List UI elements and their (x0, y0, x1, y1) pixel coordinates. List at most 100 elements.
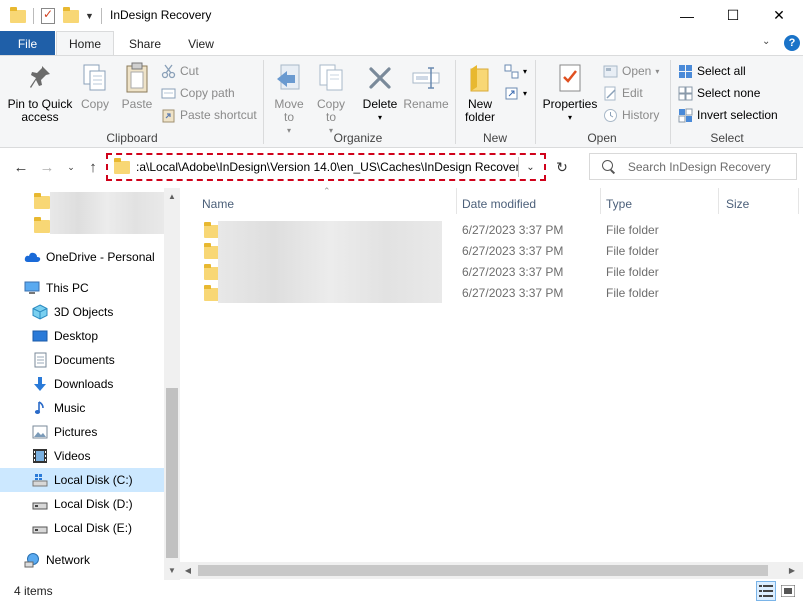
search-input[interactable] (627, 159, 796, 174)
qat-separator (100, 8, 102, 24)
close-button[interactable]: ✕ (756, 0, 802, 31)
sidebar-item-onedrive[interactable]: OneDrive - Personal (0, 245, 164, 269)
sort-ascending-icon: ⌃ (323, 186, 331, 196)
sidebar-item-local-disk-d[interactable]: Local Disk (D:) (0, 492, 164, 516)
column-header-type[interactable]: Type (606, 193, 632, 215)
folder-icon (34, 216, 50, 233)
column-separator[interactable] (456, 188, 457, 214)
copy-path-button[interactable]: Copy path (161, 83, 235, 103)
navigation-scrollbar[interactable]: ▲ ▼ (164, 188, 180, 580)
horizontal-scrollbar[interactable]: ◀ ▶ (180, 562, 803, 579)
tab-share[interactable]: Share (118, 31, 172, 56)
column-separator[interactable] (798, 188, 799, 214)
copy-label: Copy (80, 97, 109, 111)
new-folder-icon[interactable] (63, 6, 79, 23)
invert-selection-button[interactable]: Invert selection (678, 105, 778, 125)
paste-button[interactable]: Paste (117, 62, 157, 111)
properties-button[interactable]: Properties ▾ (541, 62, 599, 124)
scrollbar-thumb[interactable] (198, 565, 768, 576)
ribbon-separator (455, 60, 456, 144)
tab-view[interactable]: View (174, 31, 228, 56)
qat-dropdown-icon[interactable]: ▼ (85, 11, 94, 21)
copy-button[interactable]: Copy (76, 62, 114, 111)
address-bar[interactable]: :a\Local\Adobe\InDesign\Version 14.0\en_… (106, 153, 546, 181)
sidebar-item-local-disk-c[interactable]: Local Disk (C:) (0, 468, 164, 492)
sidebar-item-label: OneDrive - Personal (46, 250, 155, 264)
help-icon[interactable]: ? (784, 35, 800, 51)
scrollbar-thumb[interactable] (166, 388, 178, 558)
sidebar-item-pictures[interactable]: Pictures (0, 420, 164, 444)
open-label: Open (622, 64, 652, 78)
delete-button[interactable]: Delete ▾ (360, 62, 400, 124)
sidebar-item-documents[interactable]: Documents (0, 348, 164, 372)
ribbon: Pin to Quick access Copy Paste Cut Copy … (0, 55, 803, 148)
column-header-name[interactable]: Name (202, 193, 234, 215)
properties-icon[interactable] (41, 7, 55, 24)
sidebar-item-label: Pictures (54, 425, 98, 439)
sidebar-item-videos[interactable]: Videos (0, 444, 164, 468)
scroll-down-icon[interactable]: ▼ (164, 562, 180, 578)
sidebar-item-desktop[interactable]: Desktop (0, 324, 164, 348)
scroll-right-icon[interactable]: ▶ (784, 562, 800, 578)
column-separator[interactable] (600, 188, 601, 214)
edit-button[interactable]: Edit (603, 83, 643, 103)
maximize-button[interactable]: ☐ (710, 0, 756, 31)
sidebar-item-label: Documents (54, 353, 115, 367)
address-path[interactable]: :a\Local\Adobe\InDesign\Version 14.0\en_… (136, 160, 518, 174)
sidebar-item-local-disk-e[interactable]: Local Disk (E:) (0, 516, 164, 540)
minimize-button[interactable]: — (664, 0, 710, 31)
easy-access-button[interactable]: ▾ (504, 83, 527, 103)
history-button[interactable]: History (603, 105, 659, 125)
recent-locations-icon[interactable]: ⌄ (60, 156, 82, 178)
address-path-area[interactable]: :a\Local\Adobe\InDesign\Version 14.0\en_… (110, 157, 518, 177)
rename-button[interactable]: Rename (403, 62, 449, 111)
copy-to-button[interactable]: Copy to ▾ (312, 62, 350, 137)
new-item-button[interactable]: ▾ (504, 61, 527, 81)
network-icon (24, 552, 40, 568)
refresh-icon[interactable]: ↻ (552, 157, 572, 177)
folder-icon (34, 192, 50, 209)
sidebar-item-this-pc[interactable]: This PC (0, 276, 164, 300)
up-button[interactable]: ↑ (82, 156, 104, 178)
qat-separator (33, 8, 34, 24)
new-item-dropdown-icon: ▾ (523, 66, 528, 76)
system-drive-icon (32, 472, 48, 488)
pin-to-quick-access-button[interactable]: Pin to Quick access (6, 62, 74, 124)
open-button[interactable]: Open ▾ (603, 61, 659, 81)
sidebar-item-music[interactable]: Music (0, 396, 164, 420)
row-date: 6/27/2023 3:37 PM (462, 244, 564, 258)
large-icons-view-button[interactable] (778, 581, 798, 601)
cut-button[interactable]: Cut (161, 61, 199, 81)
sidebar-item-network[interactable]: Network (0, 548, 164, 572)
window-title: InDesign Recovery (110, 8, 212, 22)
scroll-left-icon[interactable]: ◀ (180, 562, 196, 578)
back-button[interactable]: ← (10, 156, 32, 178)
scroll-up-icon[interactable]: ▲ (164, 188, 180, 204)
new-folder-label: New folder (464, 97, 496, 124)
cube-icon (32, 304, 48, 320)
move-to-button[interactable]: Move to ▾ (270, 62, 308, 137)
column-separator[interactable] (718, 188, 719, 214)
redacted-area (218, 221, 442, 303)
search-box[interactable] (589, 153, 797, 180)
paste-shortcut-button[interactable]: Paste shortcut (161, 105, 257, 125)
rename-icon (411, 62, 441, 94)
tab-home[interactable]: Home (56, 31, 114, 56)
select-all-button[interactable]: Select all (678, 61, 746, 81)
select-none-button[interactable]: Select none (678, 83, 760, 103)
details-view-button[interactable] (756, 581, 776, 601)
sidebar-item-3d-objects[interactable]: 3D Objects (0, 300, 164, 324)
new-folder-button[interactable]: New folder (460, 62, 500, 124)
navigation-bar: ← → ⌄ ↑ :a\Local\Adobe\InDesign\Version … (0, 148, 803, 188)
forward-button[interactable]: → (36, 156, 58, 178)
column-header-size[interactable]: Size (726, 193, 749, 215)
pin-label: Pin to Quick access (7, 97, 73, 124)
tab-file[interactable]: File (0, 31, 55, 56)
column-header-date-modified[interactable]: Date modified (462, 193, 536, 215)
folder-icon (114, 157, 130, 174)
sidebar-item-downloads[interactable]: Downloads (0, 372, 164, 396)
open-icon (603, 64, 618, 79)
scissors-icon (161, 64, 176, 79)
address-dropdown-icon[interactable]: ⌄ (518, 157, 542, 177)
collapse-ribbon-icon[interactable]: ⌄ (762, 36, 770, 47)
